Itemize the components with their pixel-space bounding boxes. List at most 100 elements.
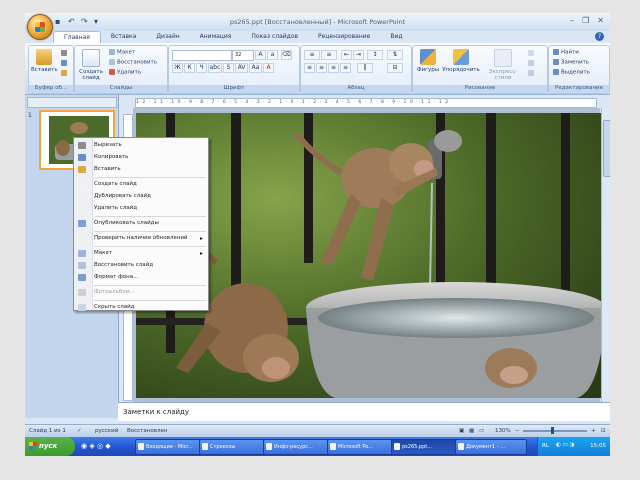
- notes-pane[interactable]: Заметки к слайду: [118, 402, 610, 421]
- font-color-button[interactable]: A: [263, 63, 274, 73]
- vertical-scrollbar[interactable]: [601, 108, 610, 403]
- menu-item[interactable]: Скрыть слайд: [74, 302, 208, 313]
- cut-icon[interactable]: [61, 50, 69, 57]
- shape-effects-icon[interactable]: [528, 70, 536, 77]
- bold-button[interactable]: Ж: [172, 63, 183, 73]
- fit-slide-icon[interactable]: ⊡: [601, 428, 606, 434]
- start-button[interactable]: пуск: [25, 437, 75, 456]
- tab-insert[interactable]: Вставка: [101, 31, 146, 43]
- close-button[interactable]: ✕: [597, 16, 604, 25]
- sorter-view-icon[interactable]: ▦: [469, 428, 474, 434]
- clear-format-button[interactable]: ⌫: [281, 50, 292, 60]
- underline-button[interactable]: Ч: [196, 63, 207, 73]
- delete-button[interactable]: Удалить: [109, 69, 141, 76]
- align-left-button[interactable]: ≡: [304, 63, 315, 73]
- menu-item-icon: [78, 154, 86, 161]
- copy-icon[interactable]: [61, 60, 69, 67]
- menu-separator: [94, 216, 206, 217]
- shapes-button[interactable]: Фигуры: [415, 49, 441, 73]
- decrease-indent-button[interactable]: ⇤: [341, 50, 352, 60]
- replace-button[interactable]: Заменить: [553, 59, 589, 66]
- zoom-in-icon[interactable]: +: [591, 428, 596, 434]
- find-button[interactable]: Найти: [553, 49, 579, 56]
- tab-review[interactable]: Рецензирование: [308, 31, 380, 43]
- quick-styles-button[interactable]: Экспресс-стили: [483, 49, 523, 81]
- tray-language[interactable]: RL: [542, 443, 549, 449]
- taskbar-item-folder[interactable]: Стрекозы: [199, 439, 271, 455]
- zoom-out-icon[interactable]: −: [515, 428, 520, 434]
- align-text-button[interactable]: ⊟: [387, 63, 403, 73]
- format-painter-icon[interactable]: [61, 70, 69, 77]
- scroll-thumb[interactable]: [603, 120, 610, 177]
- tab-slideshow[interactable]: Показ слайдов: [241, 31, 308, 43]
- taskbar-item-info[interactable]: Инфо-ресурс...: [263, 439, 335, 455]
- menu-item[interactable]: Формат фона...: [74, 272, 208, 283]
- menu-item[interactable]: Дублировать слайд: [74, 191, 208, 202]
- zoom-level[interactable]: 130%: [495, 428, 511, 434]
- justify-button[interactable]: ≡: [340, 63, 351, 73]
- status-language[interactable]: русский: [95, 428, 118, 434]
- grow-font-button[interactable]: A: [255, 50, 266, 60]
- taskbar-item-document[interactable]: Документ1 - ...: [455, 439, 527, 455]
- menu-item[interactable]: Вставить: [74, 164, 208, 175]
- menu-item[interactable]: Опубликовать слайды: [74, 218, 208, 229]
- slideshow-view-icon[interactable]: ▭: [479, 428, 484, 434]
- menu-item[interactable]: Копировать: [74, 152, 208, 163]
- shrink-font-button[interactable]: a: [267, 50, 278, 60]
- minimize-button[interactable]: –: [570, 16, 574, 25]
- spacing-button[interactable]: AV: [235, 63, 248, 73]
- italic-button[interactable]: К: [184, 63, 195, 73]
- menu-item[interactable]: Восстановить слайд: [74, 260, 208, 271]
- font-name-field[interactable]: [172, 50, 232, 61]
- zoom-slider-handle[interactable]: [551, 427, 554, 434]
- tab-animation[interactable]: Анимация: [190, 31, 242, 43]
- shadow-button[interactable]: S: [223, 63, 234, 73]
- menu-item[interactable]: Макет ▸: [74, 248, 208, 259]
- taskbar-item-powerpoint[interactable]: Microsoft Po...: [327, 439, 399, 455]
- help-icon[interactable]: ?: [595, 32, 604, 41]
- new-slide-icon: [82, 49, 100, 67]
- menu-item-label: Создать слайд: [94, 181, 137, 187]
- strikethrough-button[interactable]: abc: [208, 63, 222, 73]
- slides-pane-tabs[interactable]: [27, 97, 117, 108]
- normal-view-icon[interactable]: ▣: [459, 428, 464, 434]
- numbering-button[interactable]: ≡: [321, 50, 337, 60]
- new-slide-button[interactable]: Создать слайд: [78, 49, 104, 81]
- maximize-button[interactable]: ❐: [582, 16, 589, 25]
- quick-launch-icons[interactable]: ◉ ◈ ◎ ◆: [81, 442, 111, 450]
- font-size-field[interactable]: 32: [232, 50, 254, 61]
- spellcheck-icon[interactable]: ✓: [77, 428, 82, 434]
- text-direction-button[interactable]: ⇅: [387, 50, 403, 60]
- powerpoint-window: ▪ ↶ ↷ ▾ ps265.ppt [Восстановленный] - Mi…: [25, 13, 610, 456]
- menu-item-label: Формат фона...: [94, 274, 139, 280]
- menu-item-icon: [78, 220, 86, 227]
- menu-item[interactable]: Проверить наличие обновлений ▸: [74, 233, 208, 244]
- increase-indent-button[interactable]: ⇥: [353, 50, 364, 60]
- layout-button[interactable]: Макет: [109, 49, 135, 56]
- tab-view[interactable]: Вид: [380, 31, 412, 43]
- horizontal-ruler[interactable]: 12·11·10·9·8·7·6·5·4·3·2·1·0·1·2·3·4·5·6…: [135, 98, 597, 108]
- menu-item[interactable]: Создать слайд: [74, 179, 208, 190]
- tray-icons[interactable]: ◐ ▭ ◑: [556, 442, 574, 448]
- arrange-button[interactable]: Упорядочить: [441, 49, 481, 73]
- zoom-slider[interactable]: [523, 430, 587, 432]
- menu-item[interactable]: Вырезать: [74, 140, 208, 151]
- shape-outline-icon[interactable]: [528, 60, 536, 67]
- menu-item[interactable]: Удалить слайд: [74, 203, 208, 214]
- paste-button[interactable]: Вставить: [31, 49, 58, 73]
- reset-button[interactable]: Восстановить: [109, 59, 157, 66]
- align-center-button[interactable]: ≡: [316, 63, 327, 73]
- align-right-button[interactable]: ≡: [328, 63, 339, 73]
- office-button[interactable]: [27, 14, 53, 40]
- line-spacing-button[interactable]: ↕: [367, 50, 383, 60]
- taskbar-item-ps265[interactable]: ps265.ppt...: [391, 439, 463, 455]
- tab-design[interactable]: Дизайн: [146, 31, 189, 43]
- change-case-button[interactable]: Aa: [249, 63, 262, 73]
- menu-item: Фотоальбом...: [74, 287, 208, 298]
- bullets-button[interactable]: ≡: [304, 50, 320, 60]
- taskbar-item-outlook[interactable]: Входящие - Micr...: [135, 439, 207, 455]
- menu-item-label: Дублировать слайд: [94, 193, 151, 199]
- shape-fill-icon[interactable]: [528, 50, 536, 57]
- select-button[interactable]: Выделить: [553, 69, 590, 76]
- columns-button[interactable]: ‖: [357, 63, 373, 73]
